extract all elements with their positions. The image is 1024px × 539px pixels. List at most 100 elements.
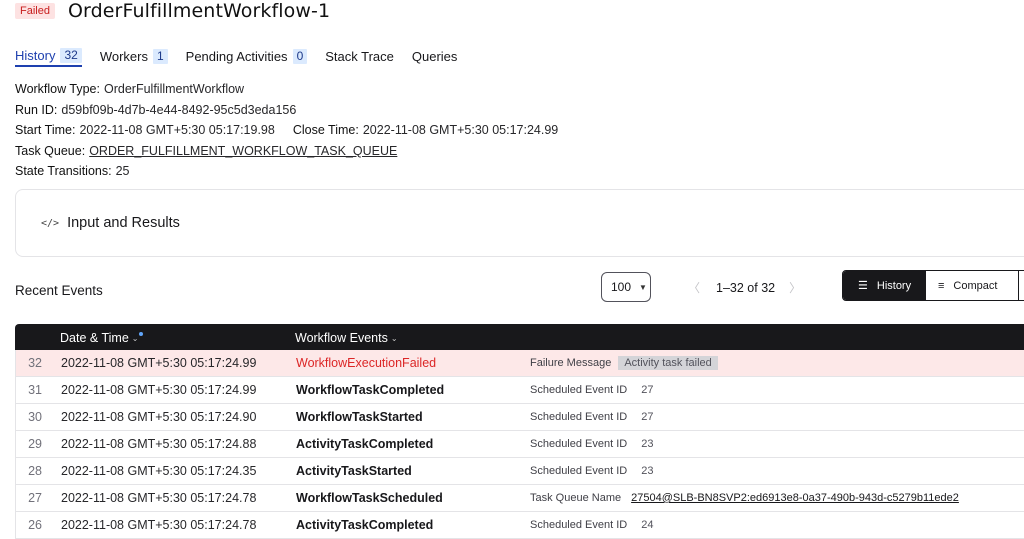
detail-key: Scheduled Event ID: [530, 438, 628, 450]
event-date: 2022-11-08 GMT+5:30 05:17:24.90: [61, 410, 257, 424]
detail-value: OrderFulfillmentWorkflow: [104, 82, 245, 97]
event-details: Scheduled Event ID 27: [530, 411, 653, 423]
detail-value: 24: [641, 519, 654, 531]
table-row[interactable]: 27 2022-11-08 GMT+5:30 05:17:24.78 Workf…: [15, 485, 1024, 512]
event-date: 2022-11-08 GMT+5:30 05:17:24.99: [61, 383, 257, 397]
task-queue-line: Task Queue: ORDER_FULFILLMENT_WORKFLOW_T…: [15, 141, 558, 162]
detail-key: Scheduled Event ID: [530, 465, 628, 477]
tab-count: 1: [152, 48, 168, 64]
table-header: Date & Time ⌄ Workflow Events ⌄: [15, 324, 1024, 350]
history-view-label: History: [876, 279, 912, 292]
recent-events-title: Recent Events: [15, 283, 103, 298]
input-results-toggle[interactable]: </> Input and Results: [15, 189, 1024, 257]
next-page-icon[interactable]: 〉: [789, 279, 801, 296]
tab-count: 32: [60, 48, 82, 63]
input-results-label: Input and Results: [67, 215, 180, 231]
event-details: Scheduled Event ID 23: [530, 438, 653, 450]
compact-view-button[interactable]: ≡ Compact: [926, 271, 1019, 300]
detail-value: 27: [641, 384, 654, 396]
detail-key: Workflow Type:: [15, 82, 100, 97]
date-time-column-header[interactable]: Date & Time ⌄: [60, 331, 144, 345]
event-id: 30: [28, 410, 42, 424]
previous-page-icon[interactable]: 〈: [688, 279, 700, 296]
event-id: 28: [28, 464, 42, 478]
workflow-header: Failed OrderFulfillmentWorkflow-1: [15, 0, 330, 22]
detail-value: 27: [641, 411, 654, 423]
event-id: 29: [28, 437, 42, 451]
table-row[interactable]: 28 2022-11-08 GMT+5:30 05:17:24.35 Activ…: [15, 458, 1024, 485]
tab-label: Pending Activities: [185, 48, 288, 64]
state-transitions-line: State Transitions: 25: [15, 161, 558, 182]
tab-stack-trace[interactable]: Stack Trace: [325, 46, 394, 66]
run-id-line: Run ID: d59bf09b-4d7b-4e44-8492-95c5d3ed…: [15, 100, 558, 121]
event-date: 2022-11-08 GMT+5:30 05:17:24.99: [61, 356, 257, 370]
compact-view-label: Compact: [953, 279, 998, 292]
workflow-details: Workflow Type: OrderFulfillmentWorkflow …: [15, 79, 558, 182]
event-date: 2022-11-08 GMT+5:30 05:17:24.35: [61, 464, 257, 478]
detail-key: Scheduled Event ID: [530, 411, 628, 423]
detail-key: Scheduled Event ID: [530, 384, 628, 396]
time-line: Start Time: 2022-11-08 GMT+5:30 05:17:19…: [15, 120, 558, 141]
tab-history[interactable]: History 32: [15, 46, 82, 67]
list-icon: ☰: [858, 280, 868, 292]
task-queue-name-link[interactable]: 27504@SLB-BN8SVP2:ed6913e8-0a37-490b-943…: [631, 492, 959, 504]
events-table: Date & Time ⌄ Workflow Events ⌄ 32 2022-…: [15, 324, 1024, 539]
detail-key: Start Time:: [15, 123, 76, 138]
tab-workers[interactable]: Workers 1: [100, 46, 168, 66]
table-row[interactable]: 26 2022-11-08 GMT+5:30 05:17:24.78 Activ…: [15, 512, 1024, 539]
view-toggle: ☰ History ≡ Compact: [842, 270, 1024, 301]
tab-bar: History 32 Workers 1 Pending Activities …: [15, 46, 475, 67]
sort-indicator-icon: [139, 332, 144, 336]
detail-key: Scheduled Event ID: [530, 519, 628, 531]
event-type: WorkflowTaskStarted: [296, 410, 423, 424]
detail-key: State Transitions:: [15, 164, 112, 179]
page-range: 1–32 of 32: [716, 280, 776, 295]
event-id: 31: [28, 383, 42, 397]
table-row[interactable]: 31 2022-11-08 GMT+5:30 05:17:24.99 Workf…: [15, 377, 1024, 404]
detail-key: Task Queue:: [15, 143, 86, 158]
tab-pending-activities[interactable]: Pending Activities 0: [186, 46, 308, 66]
compact-list-icon: ≡: [938, 279, 945, 292]
chevron-down-icon: ▼: [639, 282, 647, 292]
event-type: ActivityTaskStarted: [296, 464, 412, 478]
detail-key: Task Queue Name: [530, 492, 622, 504]
table-row[interactable]: 30 2022-11-08 GMT+5:30 05:17:24.90 Workf…: [15, 404, 1024, 431]
event-id: 32: [28, 356, 42, 370]
detail-value: d59bf09b-4d7b-4e44-8492-95c5d3eda156: [61, 102, 297, 117]
task-queue-link[interactable]: ORDER_FULFILLMENT_WORKFLOW_TASK_QUEUE: [89, 144, 397, 158]
event-details: Scheduled Event ID 27: [530, 384, 653, 396]
column-label: Workflow Events: [295, 331, 388, 345]
tab-label: Queries: [411, 48, 458, 64]
event-date: 2022-11-08 GMT+5:30 05:17:24.88: [61, 437, 257, 451]
tab-label: Workers: [99, 48, 148, 64]
detail-key: Close Time:: [292, 123, 359, 138]
page-size-select[interactable]: 100 ▼: [601, 272, 651, 302]
tab-label: Stack Trace: [325, 48, 394, 64]
event-id: 26: [28, 518, 42, 532]
event-type: WorkflowExecutionFailed: [296, 356, 437, 370]
workflow-events-column-header[interactable]: Workflow Events ⌄: [295, 331, 398, 345]
event-date: 2022-11-08 GMT+5:30 05:17:24.78: [61, 491, 257, 505]
table-row[interactable]: 32 2022-11-08 GMT+5:30 05:17:24.99 Workf…: [15, 350, 1024, 377]
detail-value: 2022-11-08 GMT+5:30 05:17:24.99: [362, 123, 559, 138]
detail-value: 23: [641, 465, 654, 477]
event-details: Scheduled Event ID 24: [530, 519, 653, 531]
tab-queries[interactable]: Queries: [412, 46, 458, 66]
event-type: ActivityTaskCompleted: [296, 437, 434, 451]
page-title: OrderFulfillmentWorkflow-1: [67, 0, 331, 22]
workflow-type-line: Workflow Type: OrderFulfillmentWorkflow: [15, 79, 558, 100]
table-row[interactable]: 29 2022-11-08 GMT+5:30 05:17:24.88 Activ…: [15, 431, 1024, 458]
event-details: Task Queue Name 27504@SLB-BN8SVP2:ed6913…: [530, 492, 959, 504]
column-label: Date & Time: [60, 331, 129, 345]
chevron-down-icon: ⌄: [390, 333, 398, 343]
event-details: Scheduled Event ID 23: [530, 465, 653, 477]
detail-value: 25: [115, 164, 130, 179]
tab-count: 0: [292, 48, 308, 64]
pagination: 〈 1–32 of 32 〉: [688, 279, 801, 296]
detail-key: Run ID:: [15, 102, 58, 117]
history-view-button[interactable]: ☰ History: [843, 271, 926, 300]
detail-value: 23: [641, 438, 654, 450]
code-icon: </>: [41, 217, 60, 229]
tab-label: History: [15, 48, 56, 63]
detail-value: Activity task failed: [618, 356, 718, 370]
